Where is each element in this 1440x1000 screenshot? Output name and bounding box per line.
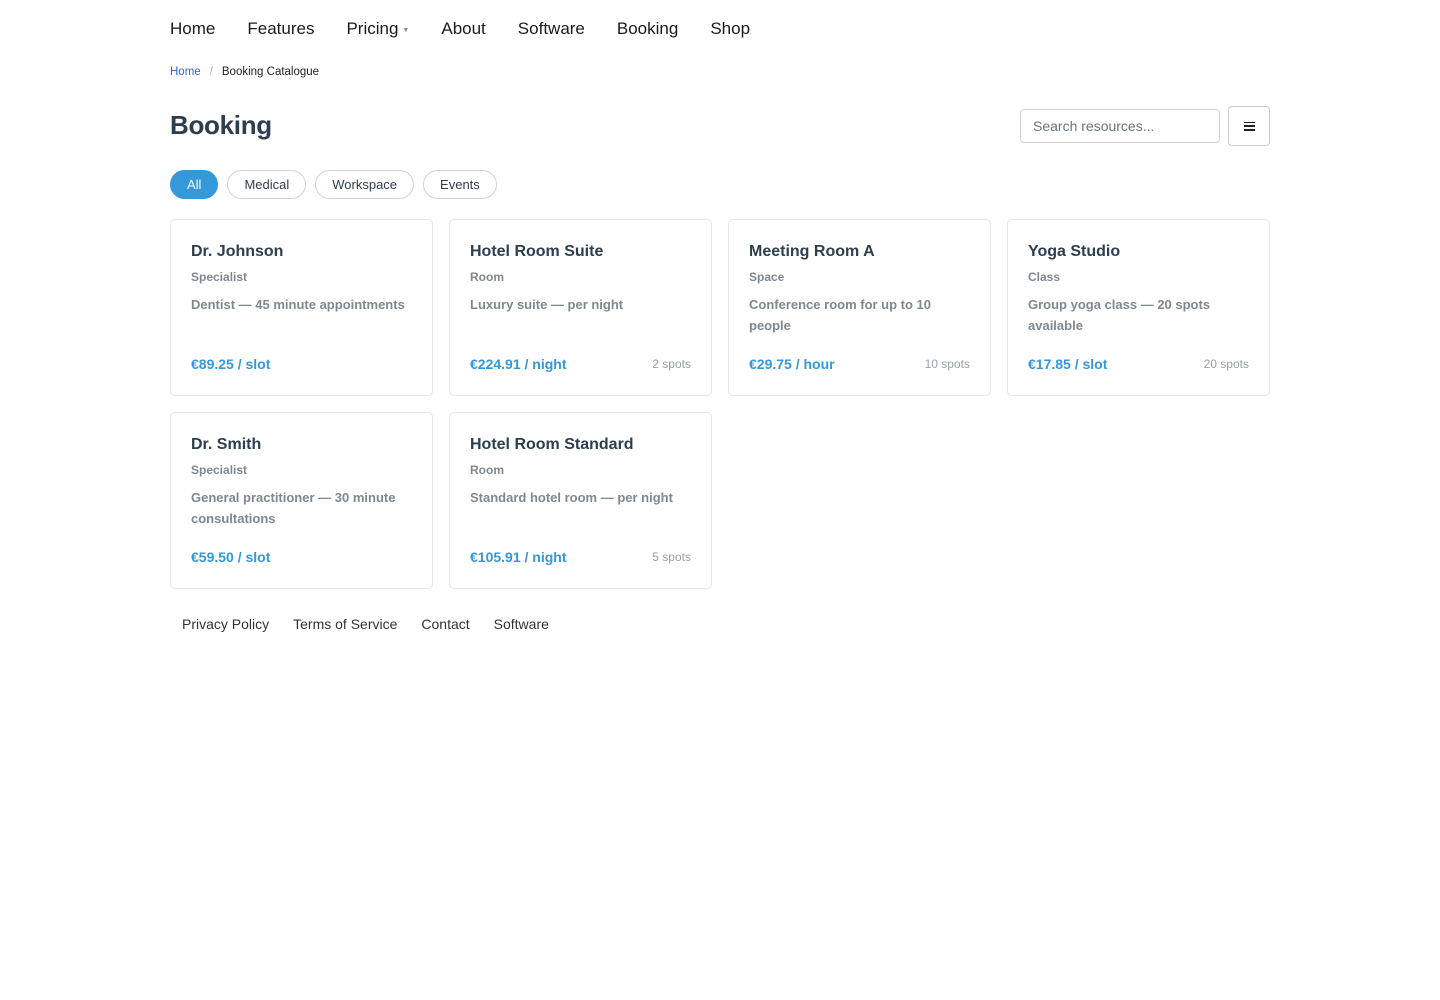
nav-item-about[interactable]: About [441, 19, 485, 39]
card-price: €224.91 / night [470, 356, 567, 372]
card-type: Class [1028, 270, 1061, 284]
card-price: €59.50 / slot [191, 549, 271, 565]
card-type: Specialist [191, 270, 248, 284]
card-spots: 20 spots [1203, 357, 1249, 371]
footer-link-software[interactable]: Software [494, 616, 549, 632]
nav-item-label: Shop [710, 19, 751, 38]
nav-item-software[interactable]: Software [518, 19, 585, 39]
nav-item-pricing[interactable]: Pricing ▼ [346, 19, 409, 39]
resource-card[interactable]: Yoga Studio Class Group yoga class — 20 … [1007, 219, 1270, 396]
card-title: Dr. Smith [191, 436, 262, 453]
filter-pill-all[interactable]: All [170, 170, 219, 199]
nav-item-label: Home [170, 19, 216, 38]
resource-card[interactable]: Meeting Room A Space Conference room for… [728, 219, 991, 396]
caret-down-icon: ▼ [402, 26, 410, 34]
nav-item-home[interactable]: Home [170, 19, 215, 39]
card-type: Room [470, 270, 504, 284]
filter-pill-workspace[interactable]: Workspace [315, 170, 415, 199]
card-title: Dr. Johnson [191, 243, 284, 260]
filter-pills: All Medical Workspace Events [170, 170, 506, 199]
nav-item-shop[interactable]: Shop [710, 19, 750, 39]
nav-item-label: Software [517, 19, 585, 38]
card-spots: 2 spots [652, 357, 691, 371]
card-title: Hotel Room Suite [470, 243, 604, 260]
breadcrumb-separator: / [209, 66, 213, 78]
resource-card[interactable]: Dr. Johnson Specialist Dentist — 45 minu… [170, 219, 433, 396]
footer-link-terms[interactable]: Terms of Service [293, 616, 397, 632]
top-navigation: Home Features Pricing ▼ About Software Bo… [170, 18, 782, 40]
page-title: Booking [170, 110, 272, 140]
card-description: Luxury suite — per night [470, 297, 624, 312]
card-description: General practitioner — 30 minute consult… [191, 490, 396, 526]
hamburger-icon [1243, 121, 1255, 131]
card-price: €105.91 / night [470, 549, 567, 565]
nav-item-label: About [441, 19, 486, 38]
footer-link-privacy[interactable]: Privacy Policy [182, 616, 269, 632]
card-spots: 5 spots [652, 550, 691, 564]
card-title: Hotel Room Standard [470, 436, 634, 453]
breadcrumb-current: Booking Catalogue [221, 66, 320, 78]
nav-item-booking[interactable]: Booking [617, 19, 678, 39]
footer-link-contact[interactable]: Contact [421, 616, 469, 632]
card-type: Room [470, 463, 504, 477]
card-type: Specialist [191, 463, 248, 477]
card-description: Dentist — 45 minute appointments [191, 297, 405, 312]
resource-card[interactable]: Hotel Room Suite Room Luxury suite — per… [449, 219, 712, 396]
card-spots: 10 spots [924, 357, 970, 371]
breadcrumb: Home / Booking Catalogue [170, 66, 319, 78]
filter-pill-events[interactable]: Events [423, 170, 497, 199]
nav-item-label: Features [247, 19, 315, 38]
resource-card[interactable]: Hotel Room Standard Room Standard hotel … [449, 412, 712, 589]
nav-item-features[interactable]: Features [247, 19, 314, 39]
filter-pill-medical[interactable]: Medical [227, 170, 307, 199]
nav-item-label: Pricing [346, 19, 399, 38]
card-title: Yoga Studio [1028, 243, 1121, 260]
menu-button[interactable] [1228, 106, 1270, 146]
card-price: €89.25 / slot [191, 356, 271, 372]
card-price: €17.85 / slot [1028, 356, 1108, 372]
card-price: €29.75 / hour [749, 356, 835, 372]
breadcrumb-home-link[interactable]: Home [170, 66, 201, 78]
card-type: Space [749, 270, 785, 284]
footer: Privacy Policy Terms of Service Contact … [182, 616, 573, 632]
card-description: Standard hotel room — per night [470, 490, 673, 505]
card-description: Conference room for up to 10 people [749, 297, 932, 333]
nav-item-label: Booking [616, 19, 679, 38]
card-description: Group yoga class — 20 spots available [1028, 297, 1211, 333]
search-input[interactable] [1020, 109, 1220, 143]
resource-card[interactable]: Dr. Smith Specialist General practitione… [170, 412, 433, 589]
card-title: Meeting Room A [749, 243, 875, 260]
